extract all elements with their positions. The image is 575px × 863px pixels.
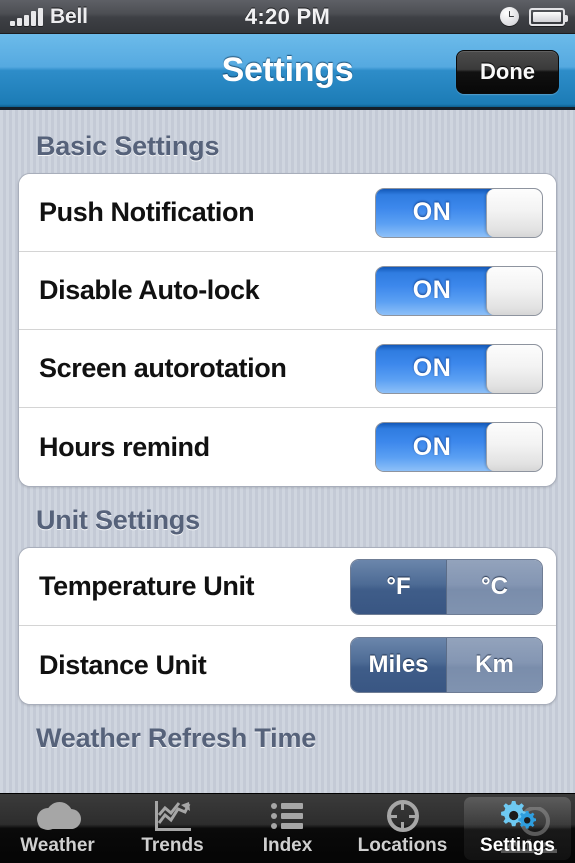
toggle-push-notification[interactable]: ON xyxy=(375,187,543,238)
tab-trends[interactable]: Trends xyxy=(115,794,230,863)
gears-icon xyxy=(497,800,539,832)
toggle-screen-autorotation[interactable]: ON xyxy=(375,343,543,394)
toggle-track: ON xyxy=(376,266,492,315)
segment-celsius[interactable]: °C xyxy=(446,559,542,614)
status-bar-right xyxy=(500,7,568,26)
alarm-clock-icon xyxy=(500,7,519,26)
group-basic-settings: Push Notification ON Disable Auto-lock O… xyxy=(18,173,557,487)
row-hours-remind[interactable]: Hours remind ON xyxy=(19,408,556,486)
segment-fahrenheit[interactable]: °F xyxy=(351,559,446,614)
segment-km[interactable]: Km xyxy=(446,638,542,692)
tab-locations[interactable]: Locations xyxy=(345,794,460,863)
section-header-weather-refresh-time: Weather Refresh Time xyxy=(36,723,317,753)
toggle-state-label: ON xyxy=(412,276,452,304)
toggle-hours-remind[interactable]: ON xyxy=(375,422,543,472)
tab-label: Index xyxy=(262,835,313,856)
list-icon xyxy=(270,800,305,832)
row-screen-autorotation[interactable]: Screen autorotation ON xyxy=(19,330,556,408)
done-button[interactable]: Done xyxy=(456,50,559,94)
group-unit-settings: Temperature Unit °F °C Distance Unit Mil… xyxy=(18,547,557,705)
toggle-knob xyxy=(486,423,542,471)
tab-label: Settings xyxy=(480,835,555,856)
status-bar: Bell 4:20 PM xyxy=(0,0,575,34)
toggle-state-label: ON xyxy=(412,354,452,382)
toggle-track: ON xyxy=(376,344,492,393)
tab-bar: Weather Trends Index Locations Settings xyxy=(0,793,575,863)
battery-fill xyxy=(533,11,561,22)
row-label: Screen autorotation xyxy=(39,353,287,383)
page-title: Settings xyxy=(221,51,354,89)
segmented-temperature-unit[interactable]: °F °C xyxy=(350,558,543,615)
cloud-icon xyxy=(35,800,81,832)
status-bar-clock: 4:20 PM xyxy=(244,3,331,29)
toggle-state-label: ON xyxy=(412,432,452,461)
toggle-track: ON xyxy=(376,188,492,237)
tab-weather[interactable]: Weather xyxy=(0,794,115,863)
toggle-knob xyxy=(486,188,542,237)
row-distance-unit[interactable]: Distance Unit Miles Km xyxy=(19,626,556,704)
iphone-settings-screen: Bell 4:20 PM Settings Done Basic Setting… xyxy=(0,0,575,863)
row-push-notification[interactable]: Push Notification ON xyxy=(19,174,556,252)
done-button-label: Done xyxy=(480,59,535,84)
toggle-state-label: ON xyxy=(412,198,452,226)
row-label: Temperature Unit xyxy=(39,571,255,601)
tab-settings[interactable]: Settings xyxy=(460,794,575,863)
toggle-knob xyxy=(486,344,542,393)
line-chart-icon xyxy=(154,800,191,832)
toggle-track: ON xyxy=(376,423,492,471)
settings-scroll-area[interactable]: Basic Settings Push Notification ON Disa… xyxy=(0,113,575,793)
crosshair-icon xyxy=(386,800,419,832)
row-disable-auto-lock[interactable]: Disable Auto-lock ON xyxy=(19,252,556,330)
battery-full-icon xyxy=(529,7,568,26)
toggle-knob xyxy=(486,266,542,315)
toggle-disable-auto-lock[interactable]: ON xyxy=(375,265,543,316)
row-label: Disable Auto-lock xyxy=(39,275,260,305)
tab-index[interactable]: Index xyxy=(230,794,345,863)
segment-miles[interactable]: Miles xyxy=(351,638,446,692)
tab-label: Weather xyxy=(20,835,95,856)
section-header-basic-settings: Basic Settings xyxy=(36,131,220,161)
row-label: Distance Unit xyxy=(39,649,207,680)
tab-label: Trends xyxy=(141,835,204,856)
segmented-distance-unit[interactable]: Miles Km xyxy=(350,637,543,693)
row-label: Push Notification xyxy=(39,197,255,227)
navigation-bar: Settings Done xyxy=(0,34,575,110)
section-header-unit-settings: Unit Settings xyxy=(36,505,200,535)
row-temperature-unit[interactable]: Temperature Unit °F °C xyxy=(19,548,556,626)
row-label: Hours remind xyxy=(39,431,210,462)
tab-label: Locations xyxy=(357,835,448,856)
